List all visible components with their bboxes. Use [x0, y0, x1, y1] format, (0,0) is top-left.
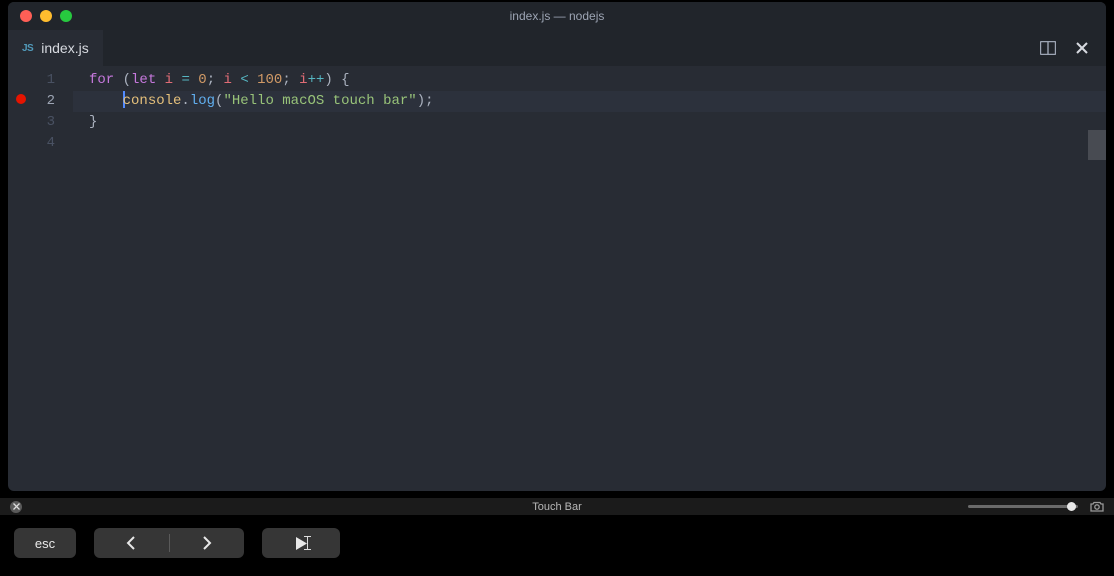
editor-window: index.js — nodejs JS index.js 1 2 3 4 fo… — [8, 2, 1106, 491]
touchbar-slider-thumb[interactable] — [1067, 502, 1076, 511]
tab-indexjs[interactable]: JS index.js — [8, 30, 103, 66]
touchbar-label: Touch Bar — [532, 501, 582, 513]
touchbar-nav-group — [94, 528, 244, 558]
touchbar-esc-button[interactable]: esc — [14, 528, 76, 558]
close-tab-icon[interactable] — [1074, 40, 1090, 56]
tab-filename: index.js — [41, 40, 88, 56]
line-number[interactable]: 1 — [8, 70, 73, 91]
touchbar: esc — [0, 515, 1114, 571]
code-line-4[interactable] — [89, 133, 1106, 154]
code-area[interactable]: for (let i = 0; i < 100; i++) { console.… — [73, 66, 1106, 491]
code-line-3[interactable]: } — [89, 112, 1106, 133]
line-number[interactable]: 4 — [8, 133, 73, 154]
traffic-lights — [20, 10, 72, 22]
window-title: index.js — nodejs — [510, 9, 605, 23]
tab-actions — [1040, 40, 1090, 56]
line-number[interactable]: 3 — [8, 112, 73, 133]
js-file-icon: JS — [22, 43, 33, 54]
text-cursor-icon — [307, 536, 308, 550]
editor-body[interactable]: 1 2 3 4 for (let i = 0; i < 100; i++) { … — [8, 66, 1106, 491]
camera-icon[interactable] — [1090, 501, 1104, 512]
touchbar-header-right — [968, 501, 1104, 512]
touchbar-close-icon[interactable] — [10, 501, 22, 513]
touchbar-slider[interactable] — [968, 505, 1078, 508]
breakpoint-marker[interactable] — [16, 94, 26, 104]
touchbar-play-button[interactable] — [262, 528, 340, 558]
split-editor-icon[interactable] — [1040, 40, 1056, 56]
window-minimize-button[interactable] — [40, 10, 52, 22]
window-close-button[interactable] — [20, 10, 32, 22]
touchbar-header: Touch Bar — [0, 497, 1114, 515]
touchbar-forward-button[interactable] — [170, 536, 245, 550]
chevron-left-icon — [126, 536, 136, 550]
gutter[interactable]: 1 2 3 4 — [8, 66, 73, 491]
window-maximize-button[interactable] — [60, 10, 72, 22]
code-line-1[interactable]: for (let i = 0; i < 100; i++) { — [89, 70, 1106, 91]
touchbar-back-button[interactable] — [94, 536, 169, 550]
code-line-2[interactable]: console.log("Hello macOS touch bar"); — [89, 91, 1106, 112]
titlebar: index.js — nodejs — [8, 2, 1106, 30]
tabs-row: JS index.js — [8, 30, 1106, 66]
play-icon — [296, 537, 307, 550]
chevron-right-icon — [202, 536, 212, 550]
